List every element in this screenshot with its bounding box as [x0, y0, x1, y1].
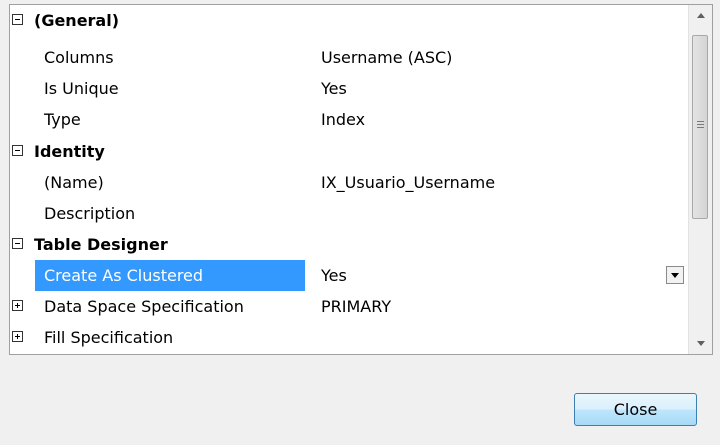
property-name: Fill Specification	[44, 328, 174, 347]
property-name: Create As Clustered	[35, 260, 305, 291]
dropdown-arrow-button[interactable]	[666, 266, 684, 284]
scrollbar-thumb[interactable]	[692, 35, 708, 219]
property-row-create-as-clustered[interactable]: Create As Clustered Yes	[10, 260, 688, 291]
property-row-columns[interactable]: Columns Username (ASC)	[10, 42, 688, 73]
property-row-is-unique[interactable]: Is Unique Yes	[10, 73, 688, 104]
property-row-data-space-specification[interactable]: Data Space Specification PRIMARY	[10, 291, 688, 322]
property-name: Description	[44, 204, 136, 223]
vertical-scrollbar[interactable]	[688, 5, 712, 354]
property-row-description[interactable]: Description	[10, 198, 688, 229]
grip-line	[697, 124, 704, 125]
scroll-up-arrow-icon[interactable]	[689, 5, 712, 27]
scroll-down-arrow-icon[interactable]	[689, 332, 712, 354]
collapse-icon[interactable]	[12, 145, 23, 156]
category-label: Identity	[34, 142, 105, 161]
property-name: Type	[44, 110, 81, 129]
property-value[interactable]: Yes	[321, 73, 347, 104]
category-table-designer[interactable]: Table Designer	[10, 229, 688, 260]
property-row-fill-specification[interactable]: Fill Specification	[10, 322, 688, 353]
property-row-name[interactable]: (Name) IX_Usuario_Username	[10, 167, 688, 198]
property-value[interactable]: Index	[321, 104, 365, 135]
property-row-type[interactable]: Type Index	[10, 104, 688, 135]
grip-line	[697, 121, 704, 122]
property-value[interactable]: IX_Usuario_Username	[321, 167, 495, 198]
category-label: Table Designer	[34, 235, 168, 254]
close-button[interactable]: Close	[574, 393, 697, 426]
grip-line	[697, 127, 704, 128]
property-value[interactable]: Username (ASC)	[321, 42, 452, 73]
expand-icon[interactable]	[12, 331, 23, 342]
property-value[interactable]: PRIMARY	[321, 291, 391, 322]
category-general[interactable]: (General)	[10, 5, 688, 36]
category-label: (General)	[34, 11, 120, 30]
collapse-icon[interactable]	[12, 14, 23, 25]
property-name: Columns	[44, 48, 114, 67]
property-name: Data Space Specification	[44, 297, 244, 316]
collapse-icon[interactable]	[12, 238, 23, 249]
index-properties-window: (General) Columns Username (ASC) Is Uniq…	[0, 0, 720, 445]
expand-icon[interactable]	[12, 300, 23, 311]
category-identity[interactable]: Identity	[10, 136, 688, 167]
property-value[interactable]: Yes	[321, 260, 347, 291]
property-grid: (General) Columns Username (ASC) Is Uniq…	[9, 4, 713, 355]
property-name: Is Unique	[44, 79, 119, 98]
property-name: (Name)	[44, 173, 104, 192]
